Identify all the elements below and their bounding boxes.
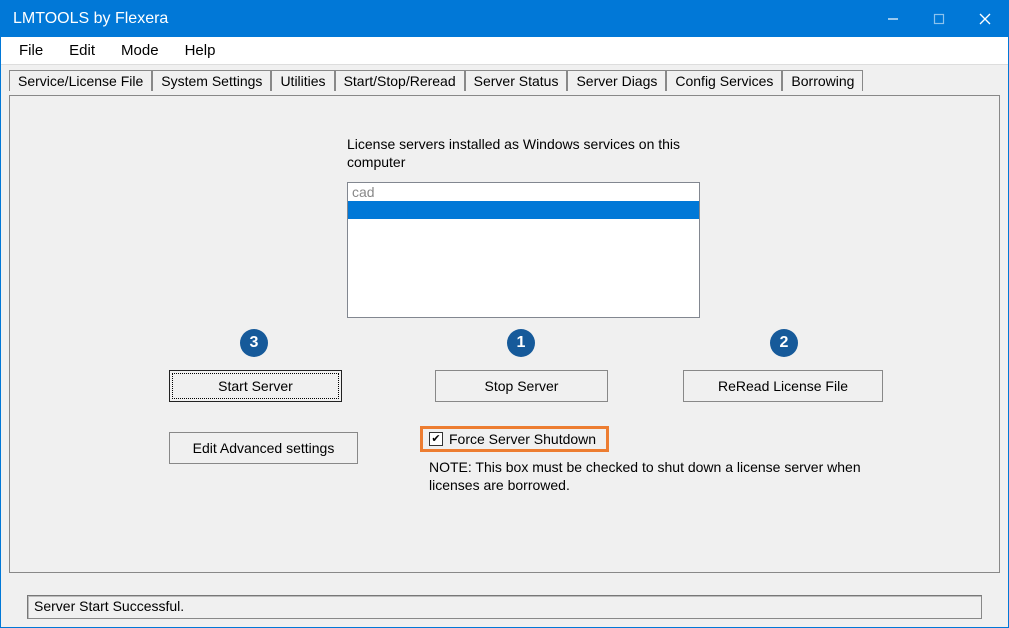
reread-license-button[interactable]: ReRead License File (683, 370, 883, 402)
maximize-icon (933, 13, 945, 25)
stop-server-button[interactable]: Stop Server (435, 370, 608, 402)
client-area: Service/License File System Settings Uti… (1, 65, 1008, 627)
tab-config-services[interactable]: Config Services (666, 70, 782, 91)
tab-start-stop-reread[interactable]: Start/Stop/Reread (335, 70, 465, 91)
close-icon (979, 13, 991, 25)
menu-edit[interactable]: Edit (57, 40, 107, 61)
window-title: LMTOOLS by Flexera (13, 10, 870, 28)
annotation-badge-2: 2 (770, 329, 798, 357)
force-shutdown-label: Force Server Shutdown (449, 431, 596, 447)
force-shutdown-note: NOTE: This box must be checked to shut d… (429, 458, 909, 494)
license-servers-listbox[interactable]: cad ZWSOFT (347, 182, 700, 318)
minimize-button[interactable] (870, 1, 916, 37)
tab-strip: Service/License File System Settings Uti… (9, 69, 1000, 95)
annotation-badge-1: 1 (507, 329, 535, 357)
menu-help[interactable]: Help (173, 40, 228, 61)
list-item[interactable]: cad (348, 183, 699, 201)
titlebar: LMTOOLS by Flexera (1, 1, 1008, 37)
check-icon: ✔ (431, 434, 440, 445)
menubar: File Edit Mode Help (1, 37, 1008, 65)
menu-mode[interactable]: Mode (109, 40, 171, 61)
tab-server-status[interactable]: Server Status (465, 70, 568, 91)
license-servers-label: License servers installed as Windows ser… (347, 136, 727, 171)
annotation-badge-3: 3 (240, 329, 268, 357)
maximize-button[interactable] (916, 1, 962, 37)
status-text: Server Start Successful. (27, 595, 982, 619)
close-button[interactable] (962, 1, 1008, 37)
tab-server-diags[interactable]: Server Diags (567, 70, 666, 91)
force-shutdown-highlight: ✔ Force Server Shutdown (420, 426, 609, 452)
force-shutdown-checkbox[interactable]: ✔ (429, 432, 443, 446)
tab-system-settings[interactable]: System Settings (152, 70, 271, 91)
tab-service-license[interactable]: Service/License File (9, 70, 152, 91)
menu-file[interactable]: File (7, 40, 55, 61)
minimize-icon (887, 13, 899, 25)
statusbar: Server Start Successful. (9, 595, 1000, 619)
tab-utilities[interactable]: Utilities (271, 70, 334, 91)
edit-advanced-settings-button[interactable]: Edit Advanced settings (169, 432, 358, 464)
list-item[interactable]: ZWSOFT (348, 201, 699, 219)
start-server-button[interactable]: Start Server (169, 370, 342, 402)
window-controls (870, 1, 1008, 37)
tab-borrowing[interactable]: Borrowing (782, 70, 863, 91)
tab-panel: License servers installed as Windows ser… (9, 95, 1000, 573)
app-window: LMTOOLS by Flexera File Edit Mode Help S… (0, 0, 1009, 628)
